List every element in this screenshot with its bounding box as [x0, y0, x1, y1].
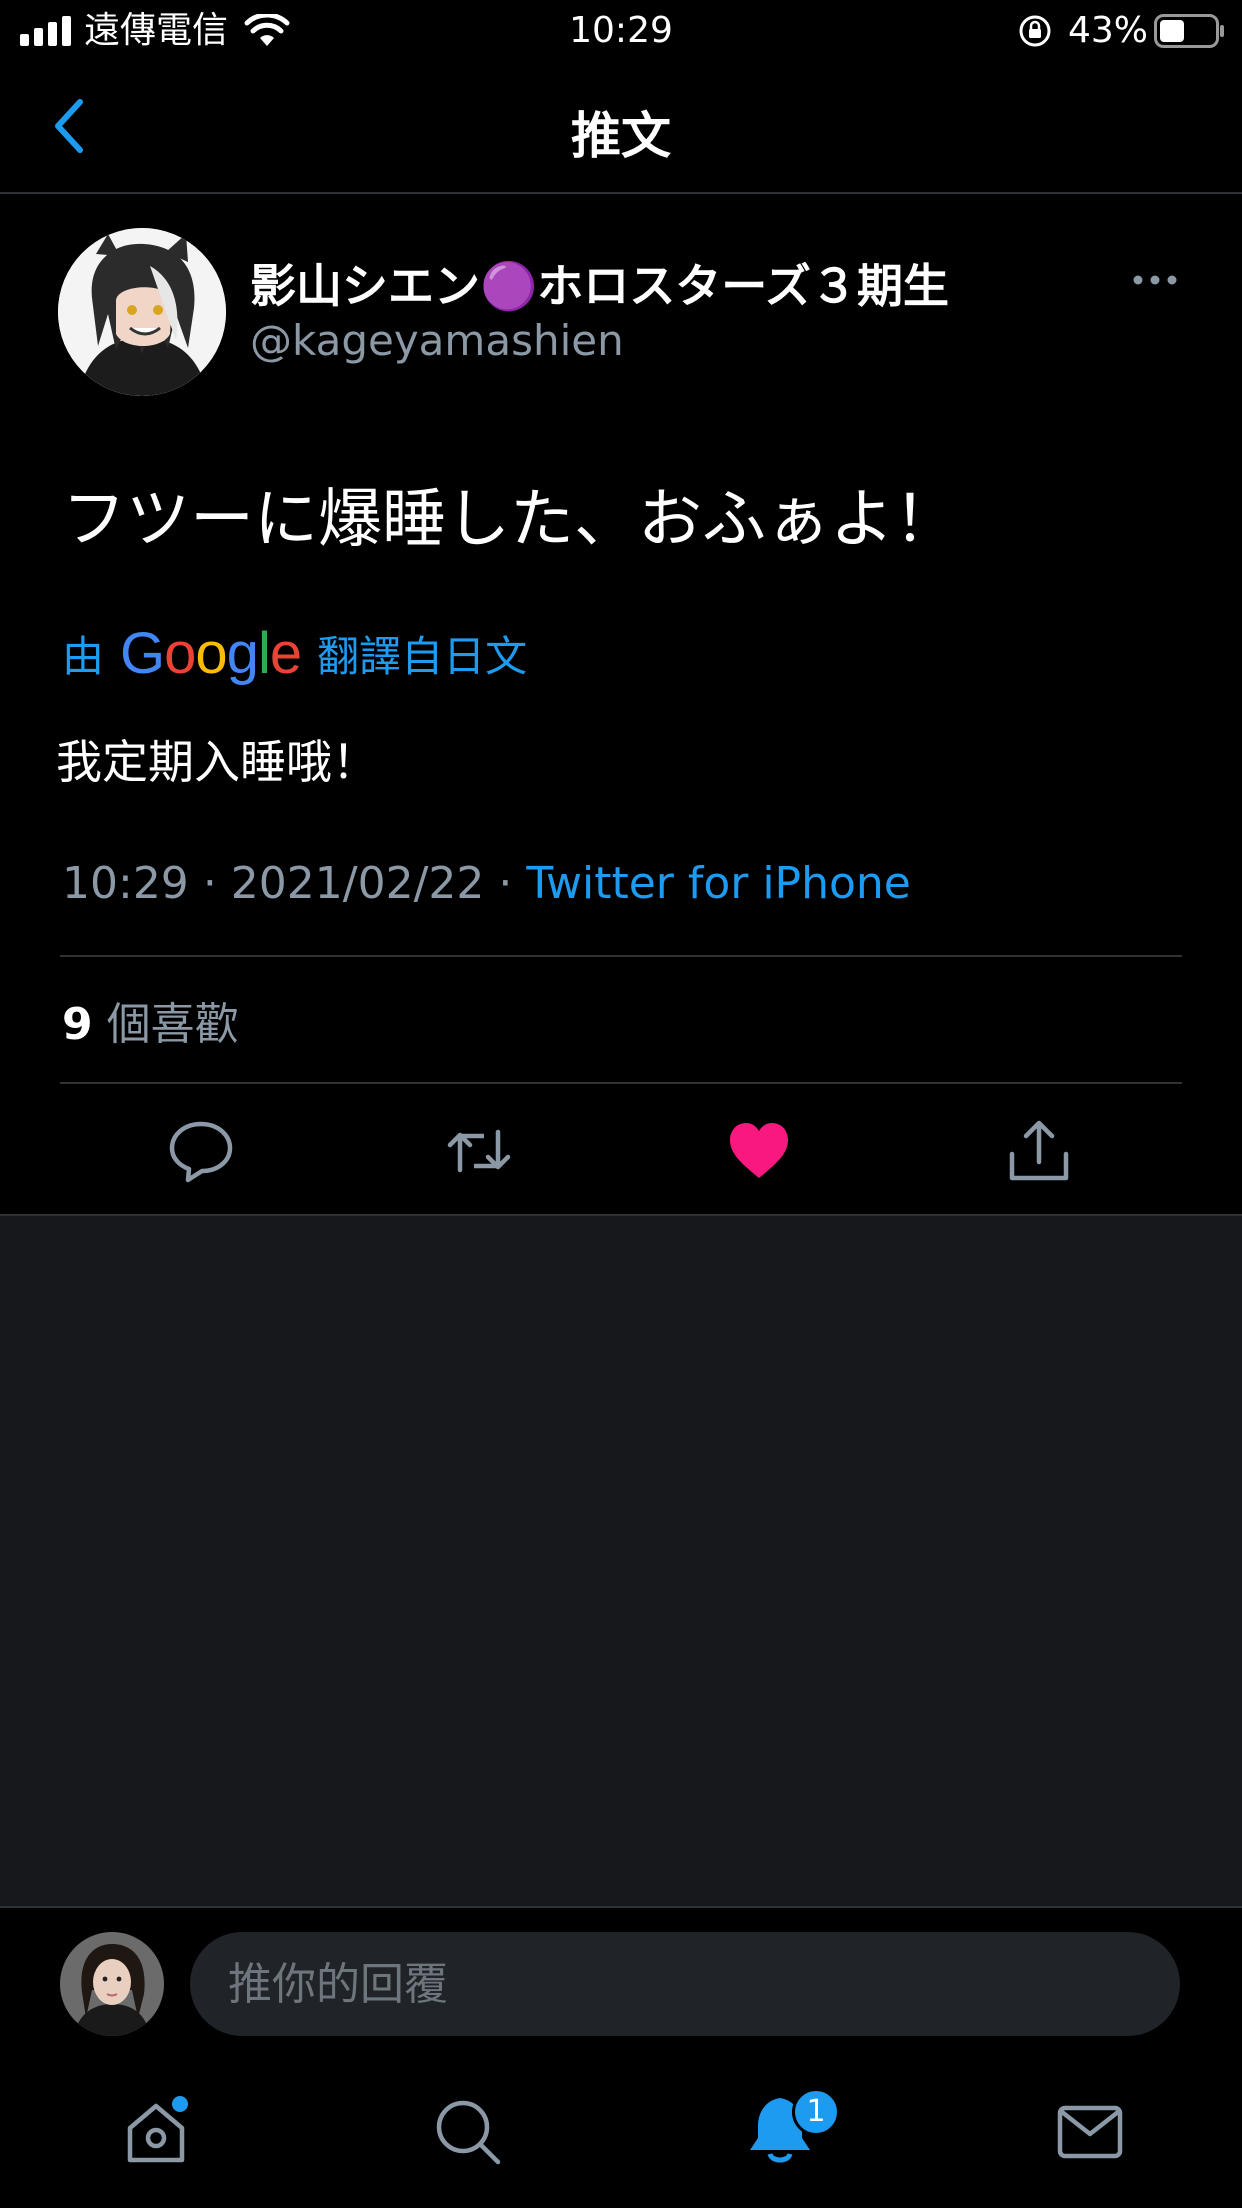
messages-envelope-icon[interactable] — [1054, 2096, 1126, 2168]
battery-icon — [1154, 14, 1224, 48]
divider — [60, 955, 1182, 957]
tweet-meta: 10:29 · 2021/02/22 · Twitter for iPhone — [62, 858, 911, 909]
home-icon[interactable] — [120, 2096, 192, 2168]
reply-input[interactable] — [190, 1932, 1180, 2036]
tweet-text: フツーに爆睡した、おふぁよ！ — [62, 483, 958, 557]
status-time: 10:29 — [569, 10, 673, 51]
more-options-icon[interactable] — [1132, 270, 1178, 290]
battery-percent: 43% — [1068, 10, 1149, 51]
share-icon[interactable] — [1004, 1118, 1074, 1184]
translate-prefix: 由 — [62, 631, 105, 681]
tweet-source-link[interactable]: Twitter for iPhone — [526, 858, 910, 909]
translate-attribution[interactable]: 由 Google 翻譯自日文 — [62, 620, 527, 686]
page-title: 推文 — [571, 107, 671, 165]
google-logo: Google — [120, 620, 302, 686]
notification-badge: 1 — [792, 2088, 840, 2136]
retweet-icon[interactable] — [444, 1118, 514, 1184]
current-user-avatar — [60, 1932, 164, 2036]
empty-replies-area — [0, 1214, 1242, 1908]
likes-count: 9 — [62, 999, 93, 1050]
orientation-lock-icon — [1019, 15, 1051, 47]
translate-suffix: 翻譯自日文 — [317, 631, 528, 681]
nav-bar: 推文 — [0, 62, 1242, 194]
author-avatar[interactable] — [58, 228, 226, 396]
search-icon[interactable] — [432, 2096, 504, 2168]
reply-icon[interactable] — [166, 1118, 236, 1184]
author-handle[interactable]: @kageyamashien — [250, 316, 624, 365]
divider — [60, 1082, 1182, 1084]
likes-summary[interactable]: 9 個喜歡 — [62, 988, 239, 1052]
author-display-name[interactable]: 影山シエン🟣ホロスターズ３期生 — [250, 250, 949, 316]
status-bar: 遠傳電信 10:29 43% — [0, 0, 1242, 62]
like-icon-filled[interactable] — [724, 1118, 794, 1184]
tweet-date: 2021/02/22 — [230, 858, 485, 909]
translated-text: 我定期入睡哦！ — [56, 735, 378, 789]
tweet-time: 10:29 — [62, 858, 189, 909]
likes-label: 個喜歡 — [106, 999, 239, 1050]
